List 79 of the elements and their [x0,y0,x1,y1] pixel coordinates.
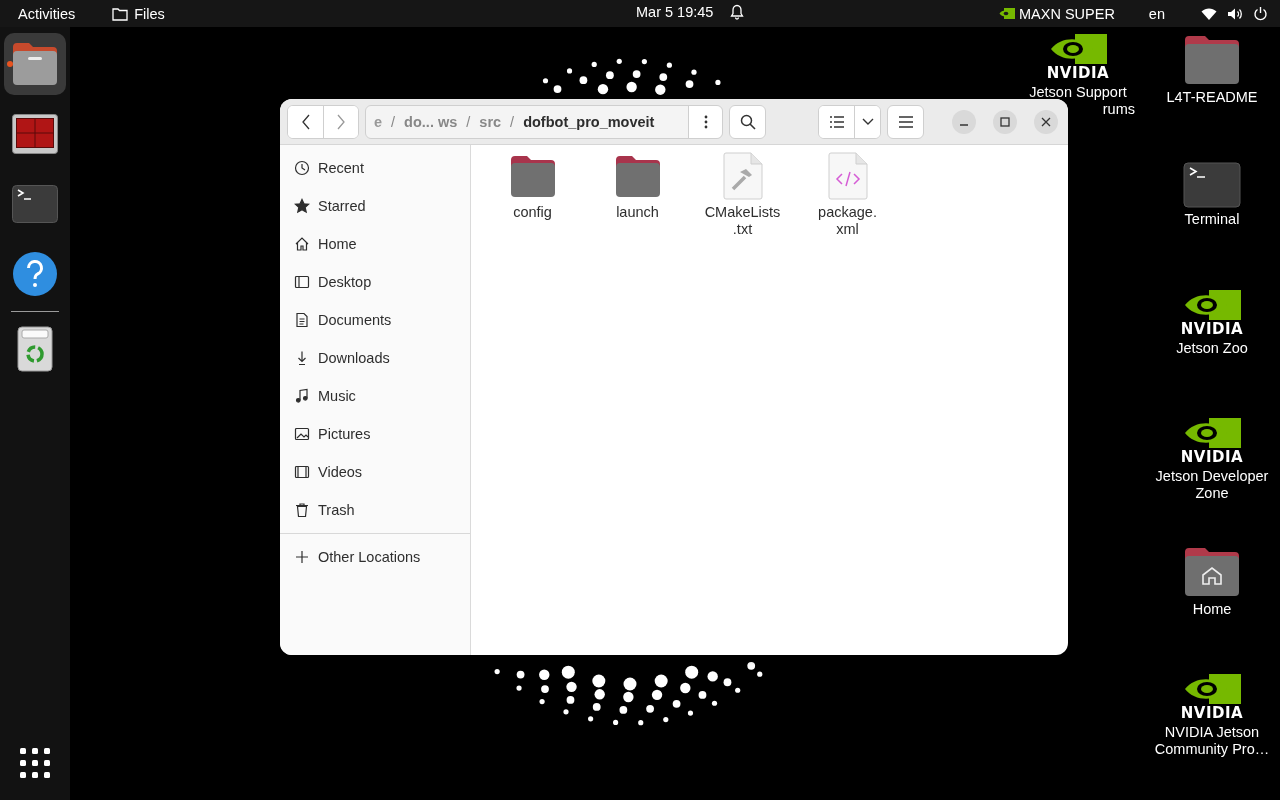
sidebar-item[interactable]: Desktop [280,263,470,301]
desktop-icon-label[interactable]: Home [1150,601,1274,618]
sidebar-item[interactable]: Home [280,225,470,263]
recent-icon [294,160,310,176]
sidebar-item[interactable]: Videos [280,453,470,491]
videos-icon [294,464,310,480]
forward-icon [336,113,346,130]
starred-icon [294,198,310,214]
path-separator: / [510,113,515,130]
home-icon [294,236,310,252]
desktop-icon-label[interactable]: Jetson Zoo [1150,340,1274,357]
minimize-icon [960,123,968,126]
sidebar-item[interactable]: Starred [280,187,470,225]
nvidia-logo[interactable]: NVIDIA [1180,418,1244,465]
folder-icon [11,41,59,87]
list-icon [829,115,844,128]
menu-icon [898,115,913,128]
trash-icon [294,502,310,518]
file-item[interactable]: package. xml [795,152,900,238]
search-icon [739,113,756,130]
sidebar-item[interactable]: Music [280,377,470,415]
dock-item-active[interactable] [4,33,66,95]
path-separator: / [391,113,396,130]
desktop-icon-label[interactable]: L4T-README [1150,89,1274,106]
path-separator: / [466,113,471,130]
file-item[interactable]: CMakeLists .txt [690,152,795,238]
power-icon[interactable] [1253,6,1268,21]
close-button[interactable] [1034,109,1058,134]
sidebar-item[interactable]: Downloads [280,339,470,377]
home-folder-icon[interactable] [1183,546,1241,598]
music-icon [294,388,310,404]
desktop-icon-label[interactable]: Terminal [1150,211,1274,228]
nvidia-logo[interactable]: NVIDIA [1180,674,1244,721]
folder-icon [112,6,129,21]
menu-button[interactable] [887,104,924,139]
search-button[interactable] [729,104,766,139]
nvidia-logo[interactable]: NVIDIA [1046,34,1110,81]
nvidia-logo[interactable]: NVIDIA [1180,290,1244,337]
volume-icon[interactable] [1227,6,1243,21]
terminal-icon [12,185,58,223]
keyboard-layout[interactable]: en [1148,5,1165,22]
file-item[interactable]: launch [585,152,690,221]
close-icon [1041,116,1051,127]
desktop-icon-label[interactable]: Jetson Developer Zone [1150,468,1274,502]
help-icon [12,251,58,297]
folder-icon[interactable] [1183,34,1241,86]
other-locations-item[interactable]: Other Locations [280,538,470,576]
wifi-icon[interactable] [1201,6,1217,21]
documents-icon [294,312,310,328]
desktop-icon-label[interactable]: Jetson Support [1016,84,1140,101]
desktop-icon-label[interactable]: NVIDIA Jetson Community Pro… [1150,724,1274,758]
terminal-grid-icon [12,114,58,154]
pictures-icon [294,426,310,442]
sidebar-item[interactable]: Trash [280,491,470,529]
eye-logo-icon [998,8,1015,19]
view-options-button[interactable] [854,105,880,138]
file-item[interactable]: config [480,152,585,221]
desktop-icon [294,274,310,290]
trash-icon [17,326,53,372]
caret-icon [861,117,874,126]
activities-button[interactable]: Activities [18,5,76,22]
hammer-file-icon [722,152,763,200]
desktop-icon-label[interactable]: rums [1102,101,1135,118]
plus-icon [294,549,310,565]
app-menu[interactable]: Files [134,5,165,22]
sidebar-item[interactable]: Recent [280,149,470,187]
sidebar-item[interactable]: Pictures [280,415,470,453]
clock[interactable]: Mar 5 19:45 [636,4,714,20]
path-segment[interactable]: dofbot_pro_moveit [523,113,655,130]
app-grid-icon[interactable] [20,748,50,778]
sidebar-item[interactable]: Documents [280,301,470,339]
performance-mode[interactable]: MAXN SUPER [1018,5,1115,22]
maximize-button[interactable] [993,109,1017,134]
more-icon [703,114,708,129]
maximize-icon [1000,116,1010,127]
bell-icon [730,4,745,20]
minimize-button[interactable] [952,109,976,134]
back-icon [300,113,311,130]
code-file-icon [827,152,868,200]
